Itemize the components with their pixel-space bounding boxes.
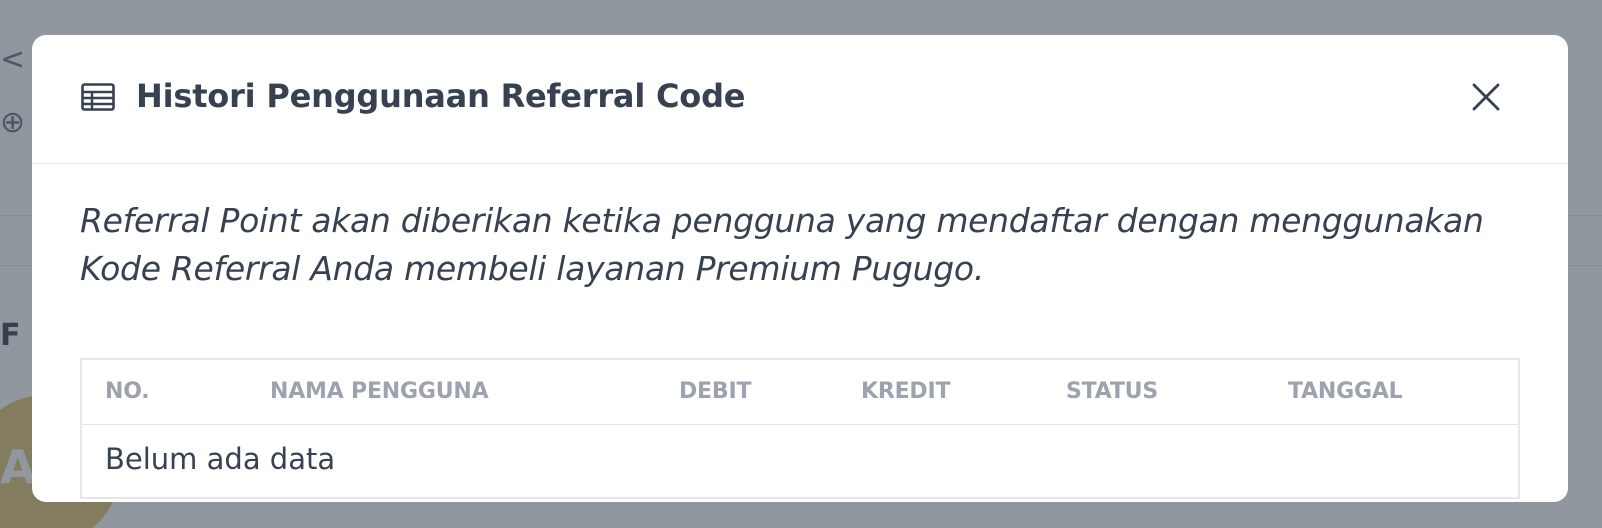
referral-history-table: NO. NAMA PENGGUNA DEBIT KREDIT STATUS TA… [80,358,1520,499]
referral-history-modal: Histori Penggunaan Referral Code Referra… [32,35,1568,502]
column-header-nama-pengguna: NAMA PENGGUNA [270,379,489,405]
empty-table-message: Belum ada data [105,442,336,477]
modal-header: Histori Penggunaan Referral Code [32,35,1568,164]
column-header-kredit: KREDIT [861,379,951,405]
close-icon [1471,82,1501,116]
column-header-status: STATUS [1066,379,1158,405]
close-button[interactable] [1468,81,1504,117]
table-icon [81,83,115,111]
column-header-no: NO. [105,379,150,405]
modal-title: Histori Penggunaan Referral Code [136,77,746,115]
modal-body: Referral Point akan diberikan ketika pen… [32,197,1568,499]
column-header-debit: DEBIT [679,379,752,405]
referral-description: Referral Point akan diberikan ketika pen… [80,201,1484,288]
column-header-tanggal: TANGGAL [1288,379,1403,405]
table-header-row: NO. NAMA PENGGUNA DEBIT KREDIT STATUS TA… [82,360,1518,424]
table-row: Belum ada data [82,424,1518,494]
